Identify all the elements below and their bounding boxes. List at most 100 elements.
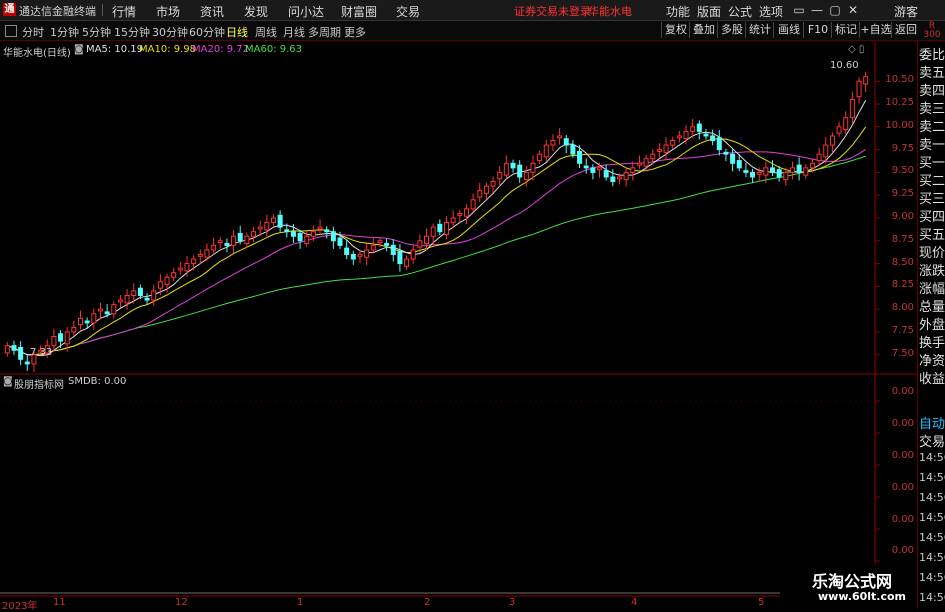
menu-options[interactable]: 选项	[759, 3, 783, 20]
y-tick: 8.50	[891, 256, 914, 268]
back-button[interactable]: 返回	[891, 22, 920, 38]
ma20-line	[7, 148, 866, 356]
high-price-label: 10.60	[830, 60, 859, 71]
candle-body	[410, 249, 416, 260]
maximize-icon[interactable]: ▢	[826, 2, 844, 18]
mark-button[interactable]: 标记	[831, 22, 860, 38]
candle-body	[211, 244, 217, 251]
candle-body	[78, 317, 84, 326]
minimize-icon[interactable]: —	[808, 2, 826, 18]
panel-header: R 300	[919, 22, 945, 40]
y-tick: 10.50	[885, 74, 914, 86]
watermark-title: 乐淘公式网	[812, 572, 893, 591]
candle-body	[117, 299, 123, 303]
quote-field-label: 卖五	[919, 66, 945, 81]
panel-header-num: 300	[923, 30, 941, 40]
tab-weekly[interactable]: 周线	[255, 24, 277, 40]
candle-body	[157, 281, 163, 289]
y-tick: 10.25	[885, 97, 914, 109]
tab-multi-period[interactable]: 多周期	[308, 24, 341, 40]
menu-ask[interactable]: 问小达	[288, 3, 324, 20]
candle-body	[317, 226, 323, 230]
stats-button[interactable]: 统计	[745, 22, 774, 38]
tick-time: 14:56	[919, 551, 945, 564]
menu-divider	[102, 4, 103, 16]
chart-mode-icon[interactable]: ◇ ▯	[848, 44, 864, 55]
candle-body	[124, 295, 130, 304]
candle-body	[836, 126, 842, 134]
tab-daily[interactable]: 日线	[226, 24, 248, 40]
candle-body	[770, 167, 776, 173]
menu-layout[interactable]: 版面	[697, 3, 721, 20]
candle-body	[789, 167, 795, 173]
multi-stock-button[interactable]: 多股	[717, 22, 746, 38]
quote-field-label: 卖三	[919, 102, 945, 117]
menu-wealth[interactable]: 财富圈	[341, 3, 377, 20]
adjust-button[interactable]: 复权	[661, 22, 690, 38]
menu-formula[interactable]: 公式	[728, 3, 752, 20]
sub-collapse-icon[interactable]: ◙	[3, 376, 13, 387]
tab-60min[interactable]: 60分钟	[189, 24, 225, 40]
candle-body	[417, 240, 423, 248]
collapse-icon[interactable]: ◙	[74, 44, 84, 55]
menu-news[interactable]: 资讯	[200, 3, 224, 20]
sub-chart-title: 股朋指标网	[14, 380, 64, 391]
trade-login-warning[interactable]: 证券交易未登录	[514, 3, 591, 19]
y-tick: 10.00	[885, 119, 914, 131]
overlay-button[interactable]: 叠加	[689, 22, 718, 38]
candle-body	[643, 158, 649, 167]
menu-quotes[interactable]: 行情	[112, 3, 136, 20]
close-icon[interactable]: ✕	[844, 2, 862, 18]
restore-layout-icon[interactable]: ▭	[790, 2, 808, 18]
draw-line-button[interactable]: 画线	[773, 22, 804, 38]
candle-body	[443, 222, 449, 235]
tab-30min[interactable]: 30分钟	[152, 24, 188, 40]
chart-title: 华能水电(日线)	[3, 48, 71, 59]
candle-body	[570, 144, 576, 155]
sub-y-tick: 0.00	[891, 450, 914, 461]
candle-body	[616, 176, 622, 180]
menu-discover[interactable]: 发现	[244, 3, 268, 20]
tick-time: 14:56	[919, 591, 945, 604]
add-watchlist-button[interactable]: +自选	[859, 22, 892, 38]
candle-body	[131, 290, 137, 297]
tab-more[interactable]: 更多	[344, 24, 366, 40]
candle-body	[543, 144, 549, 158]
menu-market[interactable]: 市场	[156, 3, 180, 20]
candle-body	[404, 258, 410, 267]
candle-body	[364, 249, 370, 258]
tab-monthly[interactable]: 月线	[283, 24, 305, 40]
tab-1min[interactable]: 1分钟	[50, 24, 79, 40]
menu-function[interactable]: 功能	[666, 3, 690, 20]
menu-trade[interactable]: 交易	[396, 3, 420, 20]
quote-field-label: 买四	[919, 210, 945, 225]
candle-body	[823, 144, 829, 158]
guest-user[interactable]: 游客	[894, 3, 918, 20]
candle-body	[377, 240, 383, 244]
toggle-panel-icon[interactable]	[5, 25, 17, 37]
tab-intraday[interactable]: 分时	[22, 24, 44, 40]
kline-chart[interactable]	[0, 41, 917, 609]
f10-button[interactable]: F10	[803, 22, 832, 38]
quote-field-label: 涨幅	[919, 282, 945, 297]
candle-body	[483, 185, 489, 194]
auto-trade-label[interactable]: 自动	[919, 413, 945, 432]
candle-body	[703, 133, 709, 137]
candle-body	[24, 361, 30, 365]
y-tick: 9.50	[891, 165, 914, 177]
candle-body	[863, 76, 869, 85]
candle-body	[683, 130, 689, 140]
trade-label[interactable]: 交易	[919, 431, 945, 450]
candle-body	[264, 222, 270, 231]
candle-body	[64, 331, 70, 345]
quote-field-label: 买五	[919, 228, 945, 243]
candle-body	[636, 162, 642, 166]
candle-body	[723, 151, 729, 155]
tab-5min[interactable]: 5分钟	[82, 24, 111, 40]
candle-body	[84, 320, 90, 324]
ma60-line	[7, 155, 866, 356]
candle-body	[217, 240, 223, 244]
candle-body	[51, 336, 57, 347]
candle-body	[603, 170, 609, 178]
tab-15min[interactable]: 15分钟	[114, 24, 150, 40]
